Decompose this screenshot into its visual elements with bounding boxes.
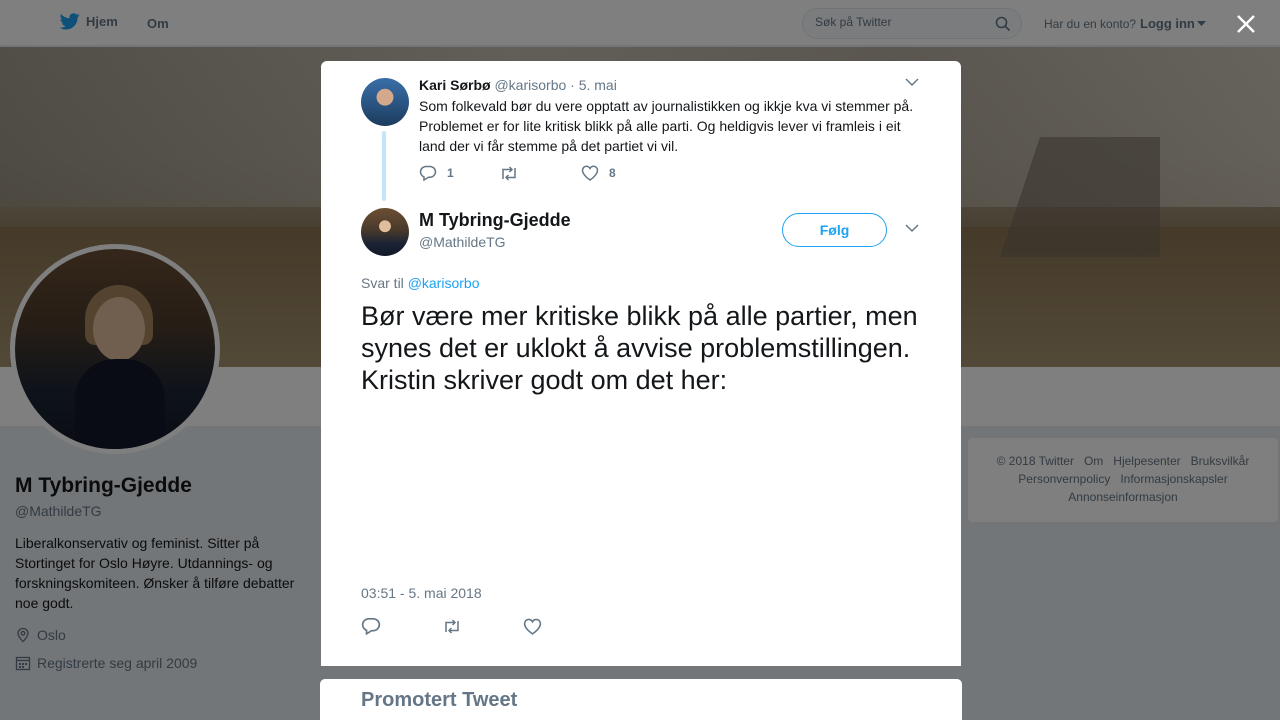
parent-tweet-author-handle[interactable]: @karisorbo: [494, 77, 566, 93]
parent-reply-button[interactable]: 1: [419, 165, 499, 181]
tweet-timestamp[interactable]: 03:51 - 5. mai 2018: [361, 585, 482, 601]
thread-connector: [382, 131, 386, 201]
like-icon[interactable]: [523, 618, 542, 635]
tweet-author-handle[interactable]: @MathildeTG: [419, 234, 506, 250]
reply-to-line: Svar til @karisorbo: [361, 275, 479, 291]
parent-like-count: 8: [609, 166, 616, 180]
tweet-menu-caret-icon[interactable]: [905, 224, 919, 233]
parent-retweet-button[interactable]: [499, 165, 581, 181]
tweet-actions: [361, 617, 542, 635]
parent-like-button[interactable]: 8: [581, 165, 616, 181]
close-icon[interactable]: [1234, 12, 1258, 36]
parent-tweet-header: Kari Sørbø @karisorbo · 5. mai: [419, 77, 617, 93]
promoted-tweet-card: Promotert Tweet: [320, 679, 962, 720]
tweet-author-avatar[interactable]: [361, 208, 409, 256]
promoted-tweet-title: Promotert Tweet: [361, 689, 518, 711]
reply-icon[interactable]: [361, 617, 381, 635]
parent-reply-count: 1: [447, 166, 454, 180]
reply-icon: [419, 165, 437, 181]
like-icon: [581, 165, 599, 181]
parent-tweet-author-name[interactable]: Kari Sørbø: [419, 77, 491, 93]
retweet-icon: [502, 165, 516, 181]
tweet-text: Bør være mer kritiske blikk på alle part…: [361, 301, 918, 395]
parent-tweet-actions: 1 8: [419, 165, 616, 181]
parent-tweet-avatar[interactable]: [361, 78, 409, 126]
retweet-icon[interactable]: [442, 618, 462, 634]
follow-button[interactable]: Følg: [782, 213, 887, 247]
tweet-author-name[interactable]: M Tybring-Gjedde: [419, 210, 571, 231]
parent-tweet-date[interactable]: · 5. mai: [570, 77, 617, 93]
reply-to-handle-link[interactable]: @karisorbo: [408, 275, 480, 291]
reply-to-prefix: Svar til: [361, 275, 404, 291]
tweet-permalink-modal: Kari Sørbø @karisorbo · 5. mai Som folke…: [321, 61, 961, 666]
parent-tweet-text: Som folkevald bør du vere opptatt av jou…: [419, 98, 914, 154]
parent-tweet-menu-caret-icon[interactable]: [905, 78, 919, 87]
